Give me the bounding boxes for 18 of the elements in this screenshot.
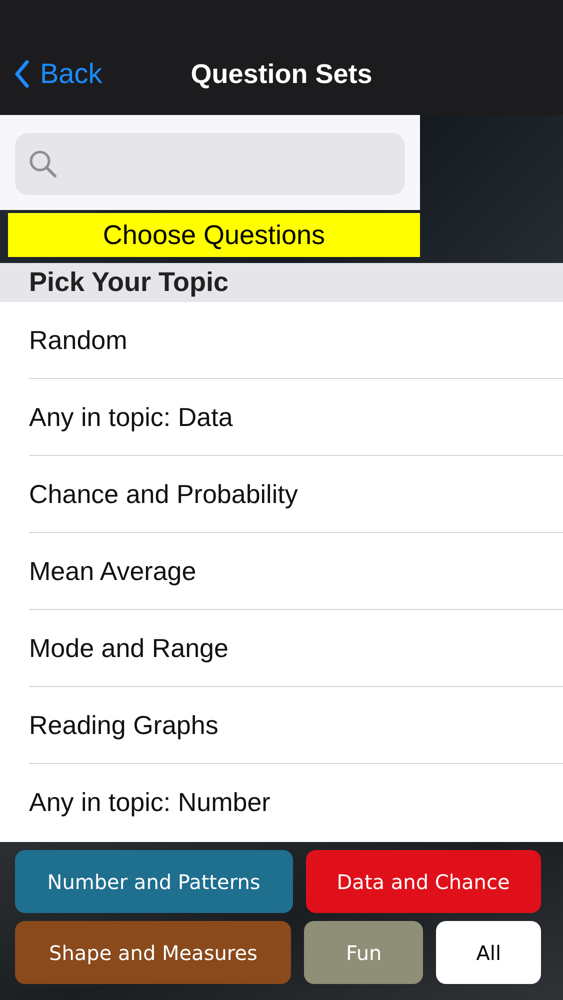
screen-title: Question Sets bbox=[190, 59, 372, 90]
topic-item[interactable]: Chance and Probability bbox=[29, 456, 563, 533]
topic-item[interactable]: Random bbox=[29, 302, 563, 379]
category-button[interactable]: Shape and Measures bbox=[15, 921, 292, 984]
topic-item[interactable]: Reading Graphs bbox=[29, 687, 563, 764]
chevron-left-icon bbox=[14, 60, 30, 88]
topic-item[interactable]: Mean Average bbox=[29, 533, 563, 610]
category-button[interactable]: Number and Patterns bbox=[15, 850, 293, 913]
topic-item[interactable]: Mode and Range bbox=[29, 610, 563, 687]
search-icon bbox=[28, 149, 58, 179]
category-button[interactable]: Data and Chance bbox=[306, 850, 541, 913]
section-header: Pick Your Topic bbox=[0, 263, 563, 302]
back-button[interactable]: Back bbox=[14, 58, 102, 90]
topic-item[interactable]: Any in topic: Number bbox=[29, 764, 563, 841]
topic-item[interactable]: Any in topic: Data bbox=[29, 379, 563, 456]
category-button[interactable]: All bbox=[436, 921, 542, 984]
search-field[interactable] bbox=[15, 133, 405, 195]
choose-questions-button[interactable]: Choose Questions bbox=[8, 213, 420, 257]
